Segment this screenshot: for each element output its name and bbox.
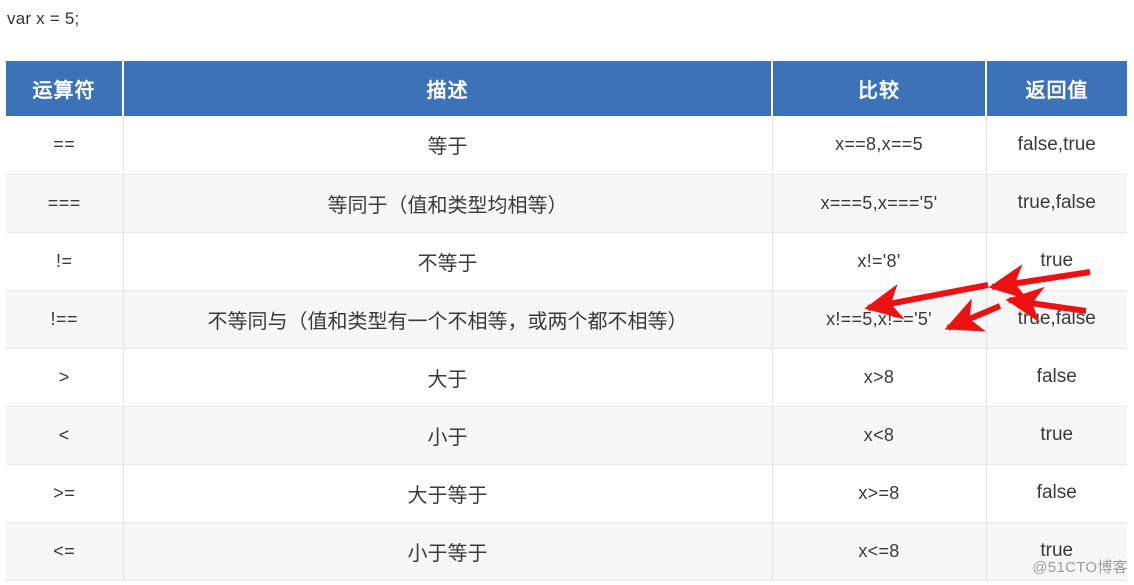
cell-result: true [986,232,1127,291]
column-header-description: 描述 [123,61,773,116]
cell-description: 等同于（值和类型均相等） [123,174,773,233]
cell-comparison: x>=8 [772,464,987,523]
cell-operator: >= [6,464,124,523]
cell-description: 等于 [123,116,773,175]
cell-operator: < [6,406,124,465]
cell-description: 不等同与（值和类型有一个不相等，或两个都不相等） [123,290,773,349]
cell-description: 大于等于 [123,464,773,523]
cell-operator: === [6,174,124,233]
table-body: == 等于 x==8,x==5 false,true === 等同于（值和类型均… [6,116,1127,581]
table-header: 运算符 描述 比较 返回值 [6,61,1127,116]
operator-table-container: 运算符 描述 比较 返回值 == 等于 x==8,x==5 false,true… [6,61,1127,581]
table-row: > 大于 x>8 false [6,348,1127,407]
cell-comparison: x==8,x==5 [772,116,987,175]
table-row: !== 不等同与（值和类型有一个不相等，或两个都不相等） x!==5,x!=='… [6,290,1127,349]
cell-result: false [986,464,1127,523]
column-header-comparison: 比较 [772,61,987,116]
site-watermark: @51CTO博客 [1032,559,1128,576]
cell-result: false,true [986,116,1127,175]
cell-description: 不等于 [123,232,773,291]
comparison-operator-table: 运算符 描述 比较 返回值 == 等于 x==8,x==5 false,true… [6,61,1127,581]
cell-operator: == [6,116,124,175]
table-row: < 小于 x<8 true [6,406,1127,465]
header-row: 运算符 描述 比较 返回值 [6,61,1127,116]
cell-comparison: x<8 [772,406,987,465]
table-row: === 等同于（值和类型均相等） x===5,x==='5' true,fals… [6,174,1127,233]
cell-description: 大于 [123,348,773,407]
cell-comparison: x!==5,x!=='5' [772,290,987,349]
cell-result: true [986,406,1127,465]
cell-operator: !== [6,290,124,349]
cell-description: 小于 [123,406,773,465]
cell-operator: != [6,232,124,291]
column-header-result: 返回值 [986,61,1127,116]
cell-comparison: x===5,x==='5' [772,174,987,233]
cell-operator: <= [6,522,124,581]
table-row: == 等于 x==8,x==5 false,true [6,116,1127,175]
code-snippet: var x = 5; [7,9,80,28]
cell-comparison: x>8 [772,348,987,407]
cell-result: false [986,348,1127,407]
column-header-operator: 运算符 [6,61,124,116]
cell-description: 小于等于 [123,522,773,581]
cell-comparison: x!='8' [772,232,987,291]
cell-comparison: x<=8 [772,522,987,581]
table-row: <= 小于等于 x<=8 true [6,522,1127,581]
table-row: != 不等于 x!='8' true [6,232,1127,291]
cell-result: true,false [986,174,1127,233]
cell-result: true,false [986,290,1127,349]
table-row: >= 大于等于 x>=8 false [6,464,1127,523]
cell-operator: > [6,348,124,407]
